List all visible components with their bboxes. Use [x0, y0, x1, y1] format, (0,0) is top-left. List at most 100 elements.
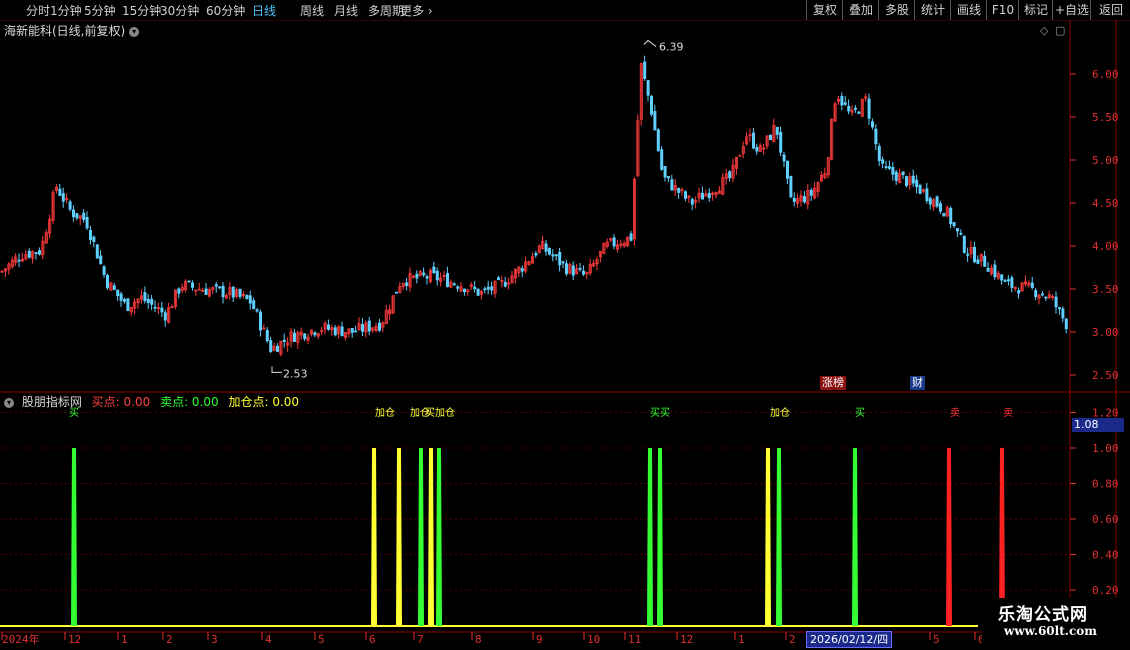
indicator-tick-label: 0.40 [1092, 549, 1119, 562]
price-tick-label: 5.00 [1092, 154, 1119, 167]
signal-spike-buy [852, 448, 858, 626]
period-tab-0[interactable]: 分时 [26, 2, 50, 19]
candle-body [905, 176, 909, 187]
candle-body [187, 280, 191, 283]
candle-body [258, 311, 262, 331]
candle-body [1003, 280, 1007, 282]
candle-body [874, 128, 878, 145]
time-tick-label: 10 [587, 633, 600, 646]
candle-body [928, 198, 932, 205]
candle-body [350, 328, 354, 333]
period-tab-2[interactable]: 5分钟 [84, 2, 116, 19]
period-tab-3[interactable]: 15分钟 [122, 2, 161, 19]
candle-body [85, 216, 89, 229]
candle-body [769, 134, 773, 141]
candle-body [1017, 290, 1021, 294]
toolbar-button-6[interactable]: 标记 [1018, 0, 1053, 20]
limit-list-tag[interactable]: 涨榜 [820, 376, 846, 390]
candle-body [786, 160, 790, 179]
candle-body [462, 288, 466, 293]
signal-spike-buy [418, 448, 424, 626]
candle-body [667, 176, 671, 179]
candle-body [782, 154, 786, 162]
watermark-logo: 乐淘公式网 www.60lt.com [982, 598, 1130, 650]
candle-body [394, 291, 398, 294]
candle-body [456, 286, 460, 289]
toolbar-button-3[interactable]: 统计 [914, 0, 951, 20]
period-tab-8[interactable]: 月线 [334, 2, 358, 19]
candlestick-chart: 6.00 5.50 5.00 4.50 4.00 3.50 3.00 2.50 6.39 2.53… [0, 20, 1130, 646]
candle-body [303, 333, 307, 340]
time-tick-label: 12 [68, 633, 81, 646]
candle-body [112, 285, 116, 290]
signal-label: 买 [855, 407, 865, 419]
toolbar-button-5[interactable]: F10 [986, 0, 1019, 20]
low-marker [271, 366, 282, 373]
price-tick-label: 4.00 [1092, 240, 1119, 253]
candle-body [939, 203, 943, 212]
candle-body [106, 275, 110, 289]
finance-tag[interactable]: 财 [910, 376, 925, 390]
candle-body [1007, 279, 1011, 282]
toolbar-button-0[interactable]: 复权 [806, 0, 843, 20]
candle-body [102, 266, 106, 275]
candle-body [292, 332, 296, 342]
signal-spike-buy [436, 448, 442, 626]
candle-body [544, 243, 548, 252]
candle-body [707, 193, 711, 199]
candle-body [275, 345, 279, 352]
candle-body [701, 192, 705, 200]
candle-body [160, 307, 164, 313]
candle-body [163, 312, 167, 321]
time-tick-label: 1 [738, 633, 745, 646]
candle-body [942, 212, 946, 217]
candle-body [496, 277, 500, 281]
toolbar-button-2[interactable]: 多股 [878, 0, 915, 20]
signal-spike-buy [71, 448, 77, 626]
toolbar-button-1[interactable]: 叠加 [842, 0, 879, 20]
chevron-down-icon[interactable]: ▾ [4, 397, 14, 408]
candle-body [177, 288, 181, 294]
high-marker [643, 39, 657, 47]
candle-body [1010, 277, 1014, 288]
candle-body [221, 285, 225, 298]
candle-body [95, 244, 99, 259]
candle-body [72, 209, 76, 218]
candle-body [333, 327, 337, 336]
period-tab-7[interactable]: 周线 [300, 2, 324, 19]
signal-label: 卖 [950, 407, 960, 419]
candle-body [377, 322, 381, 331]
candle-body [1030, 282, 1034, 288]
candle-body [38, 250, 42, 255]
period-tab-9[interactable]: 多周期 [368, 2, 404, 19]
period-tab-4[interactable]: 30分钟 [160, 2, 199, 19]
toolbar-button-8[interactable]: 返回 [1090, 0, 1130, 20]
candle-body [956, 228, 960, 232]
toolbar-button-4[interactable]: 画线 [950, 0, 987, 20]
candle-body [888, 166, 892, 169]
period-tab-6[interactable]: 日线 [252, 2, 276, 19]
candle-body [367, 320, 371, 332]
candle-body [483, 288, 487, 291]
time-tick-label: 5 [318, 633, 325, 646]
candle-body [911, 175, 915, 184]
candle-body [422, 272, 426, 276]
time-tick-label: 1 [121, 633, 128, 646]
candle-body [973, 246, 977, 263]
time-tick-label: 7 [417, 633, 424, 646]
candle-body [231, 286, 235, 298]
candle-body [58, 188, 62, 196]
price-tick-label: 2.50 [1092, 369, 1119, 382]
toolbar-button-7[interactable]: +自选 [1052, 0, 1091, 20]
period-tab-10[interactable]: 更多 › [400, 2, 433, 19]
candle-body [891, 166, 895, 175]
candle-body [962, 235, 966, 253]
candle-body [190, 282, 194, 288]
candle-body [847, 105, 851, 112]
candle-body [775, 126, 779, 135]
period-tab-5[interactable]: 60分钟 [206, 2, 245, 19]
time-tick-label: 3 [211, 633, 218, 646]
candle-body [571, 265, 575, 276]
indicator-name: 股朋指标网 [21, 395, 82, 409]
period-tab-1[interactable]: 1分钟 [50, 2, 82, 19]
